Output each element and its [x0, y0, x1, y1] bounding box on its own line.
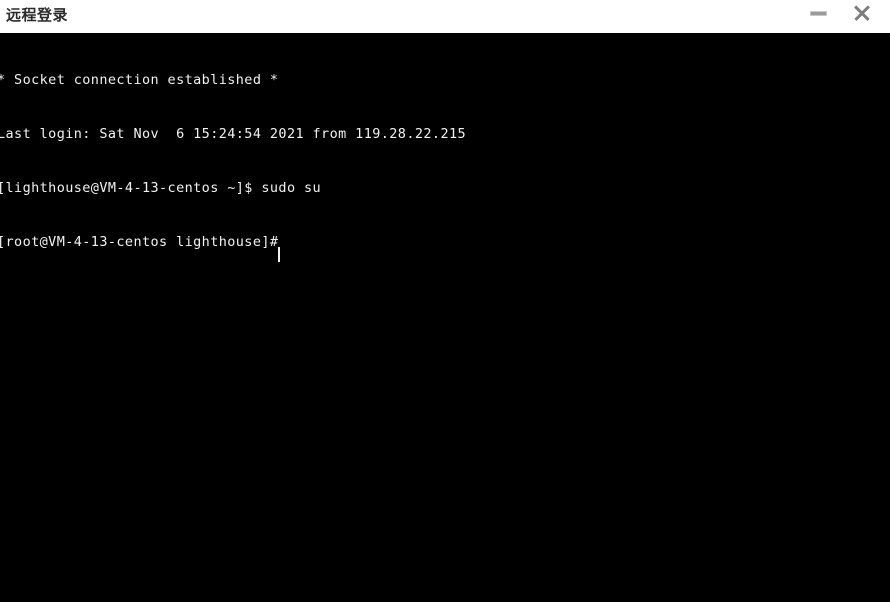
close-icon [853, 4, 871, 22]
terminal-output: * Socket connection established * Last l… [0, 35, 890, 287]
minimize-icon [809, 10, 827, 16]
terminal-line: * Socket connection established * [0, 72, 279, 88]
terminal-line: [lighthouse@VM-4-13-centos ~]$ sudo su [0, 180, 322, 196]
window-title: 远程登录 [6, 6, 69, 24]
terminal-line: Last login: Sat Nov 6 15:24:54 2021 from… [0, 126, 467, 142]
remote-login-window: 远程登录 * Socket connection established * L… [0, 0, 890, 602]
window-controls [800, 0, 890, 33]
minimize-button[interactable] [800, 0, 836, 26]
close-button[interactable] [844, 0, 880, 26]
title-bar[interactable]: 远程登录 [0, 0, 890, 33]
terminal-pane[interactable]: * Socket connection established * Last l… [0, 33, 890, 602]
terminal-prompt-text: [root@VM-4-13-centos lighthouse]# [0, 234, 279, 250]
terminal-prompt-line: [root@VM-4-13-centos lighthouse]# [0, 233, 890, 262]
